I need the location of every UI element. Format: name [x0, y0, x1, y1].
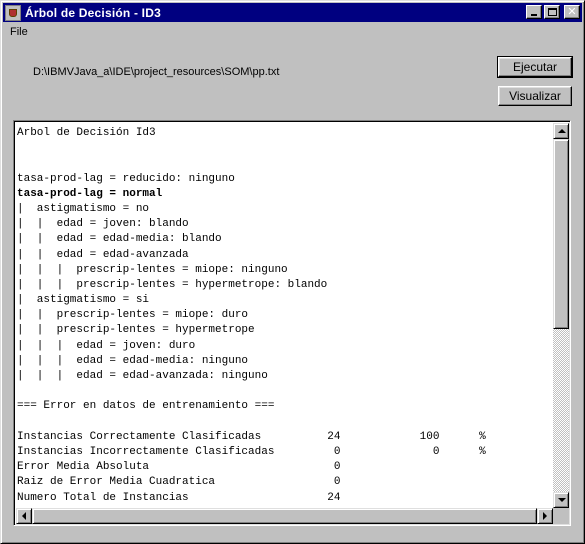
- output-text-area[interactable]: Arbol de Decisión Id3 tasa-prod-lag = re…: [13, 120, 571, 526]
- run-button[interactable]: Ejecutar: [497, 56, 573, 78]
- title-bar[interactable]: Árbol de Decisión - ID3 ✕: [3, 3, 582, 22]
- vertical-scrollbar[interactable]: [553, 123, 569, 508]
- output-line: Instancias Correctamente Clasificadas 24…: [17, 430, 486, 443]
- minimize-button[interactable]: [526, 5, 542, 19]
- window-controls: ✕: [526, 5, 580, 19]
- arrow-up-icon: [558, 129, 566, 133]
- output-line: | | edad = edad-media: blando: [17, 233, 222, 246]
- vertical-scroll-thumb[interactable]: [553, 139, 569, 329]
- scroll-up-button[interactable]: [553, 123, 569, 139]
- menu-file[interactable]: File: [4, 26, 34, 38]
- close-icon: ✕: [567, 5, 577, 18]
- output-line: tasa-prod-lag = reducido: ninguno: [17, 172, 235, 185]
- output-line: | | | prescrip-lentes = miope: ninguno: [17, 263, 288, 276]
- output-line: | astigmatismo = no: [17, 202, 150, 215]
- output-line: Numero Total de Instancias 24: [17, 491, 341, 504]
- output-line: Error Media Absoluta 0: [17, 461, 341, 474]
- visualize-button[interactable]: Visualizar: [498, 86, 572, 106]
- close-button[interactable]: ✕: [564, 5, 580, 19]
- scrollbar-corner: [553, 508, 569, 524]
- output-text[interactable]: Arbol de Decisión Id3 tasa-prod-lag = re…: [16, 123, 553, 508]
- output-line: Instancias Incorrectamente Clasificadas …: [17, 445, 486, 458]
- output-line: | | edad = joven: blando: [17, 218, 189, 231]
- maximize-button[interactable]: [544, 5, 560, 19]
- horizontal-scrollbar[interactable]: [16, 508, 553, 524]
- output-line: | | | edad = edad-media: ninguno: [17, 354, 249, 367]
- arrow-right-icon: [543, 512, 547, 520]
- scroll-down-button[interactable]: [553, 492, 569, 508]
- window-title: Árbol de Decisión - ID3: [25, 5, 161, 20]
- output-line: Arbol de Decisión Id3: [17, 127, 156, 139]
- java-cup-icon[interactable]: [5, 4, 21, 21]
- horizontal-scroll-thumb[interactable]: [32, 508, 537, 524]
- arrow-down-icon: [558, 498, 566, 502]
- output-line: | | prescrip-lentes = miope: duro: [17, 309, 249, 322]
- output-line: | | | edad = edad-avanzada: ninguno: [17, 370, 268, 382]
- scroll-left-button[interactable]: [16, 508, 32, 524]
- minimize-icon: [531, 14, 537, 16]
- output-line: === Error en datos de entrenamiento ===: [17, 400, 275, 413]
- file-path-label: D:\IBMVJava_a\IDE\project_resources\SOM\…: [33, 66, 280, 78]
- output-line: | | | edad = joven: duro: [17, 339, 196, 352]
- maximize-icon: [548, 8, 557, 16]
- output-line: tasa-prod-lag = normal: [17, 187, 163, 200]
- output-line: | | edad = edad-avanzada: [17, 248, 189, 261]
- scroll-right-button[interactable]: [537, 508, 553, 524]
- output-line: Raiz de Error Media Cuadratica 0: [17, 476, 341, 489]
- output-line: | | prescrip-lentes = hypermetrope: [17, 324, 255, 337]
- arrow-left-icon: [22, 512, 26, 520]
- output-line: | astigmatismo = si: [17, 294, 150, 307]
- menu-bar: File: [4, 24, 34, 40]
- output-line: | | | prescrip-lentes = hypermetrope: bl…: [17, 278, 328, 291]
